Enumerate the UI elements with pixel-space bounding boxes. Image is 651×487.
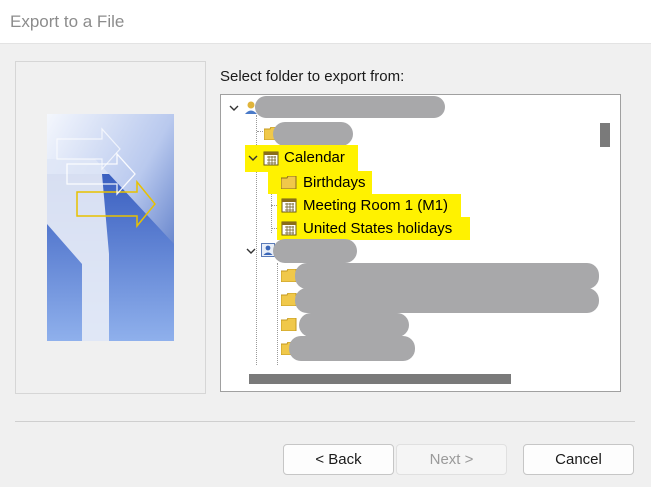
tree-row-birthdays[interactable]: Birthdays (268, 171, 372, 194)
folder-tree[interactable]: Calendar Birthdays Meeting Room 1 (M1) U… (220, 94, 621, 392)
redacted-text (255, 96, 445, 118)
tree-row-root[interactable] (221, 96, 601, 118)
redacted-text (289, 336, 415, 361)
tree-row-us-holidays[interactable]: United States holidays (277, 217, 470, 240)
tree-row-folder[interactable] (221, 263, 601, 289)
calendar-icon (281, 221, 297, 236)
redacted-text (273, 239, 357, 263)
vertical-scrollbar-thumb[interactable] (600, 123, 610, 147)
tree-row-folder[interactable] (221, 288, 601, 313)
tree-row-meeting-room[interactable]: Meeting Room 1 (M1) (277, 194, 461, 217)
next-button[interactable]: Next > (396, 444, 507, 475)
calendar-icon (263, 151, 279, 166)
tree-item-label: Calendar (284, 149, 345, 166)
divider (15, 421, 635, 422)
redacted-text (273, 122, 353, 146)
tree-row-account-2[interactable] (221, 239, 601, 263)
back-button[interactable]: < Back (283, 444, 394, 475)
folder-icon (281, 176, 297, 189)
redacted-text (295, 263, 599, 289)
folder-prompt-label: Select folder to export from: (220, 68, 405, 85)
cancel-button[interactable]: Cancel (523, 444, 634, 475)
tree-row-folder[interactable] (221, 336, 601, 361)
tree-row-calendar[interactable]: Calendar (245, 145, 358, 172)
chevron-down-icon[interactable] (245, 245, 257, 257)
redacted-text (295, 288, 599, 313)
tree-item-label: United States holidays (303, 220, 453, 237)
chevron-down-icon[interactable] (247, 152, 259, 164)
calendar-icon (281, 198, 297, 213)
window-title: Export to a File (10, 12, 125, 31)
tree-row-folder[interactable] (221, 122, 601, 146)
redacted-text (299, 313, 409, 337)
wizard-artwork-panel (15, 61, 206, 394)
chevron-down-icon[interactable] (228, 102, 240, 114)
folder-icon (281, 318, 297, 331)
tree-row-folder[interactable] (221, 313, 601, 337)
tree-item-label: Birthdays (303, 174, 366, 191)
wizard-artwork (47, 114, 174, 341)
horizontal-scrollbar-thumb[interactable] (249, 374, 511, 384)
tree-item-label: Meeting Room 1 (M1) (303, 197, 449, 214)
title-bar: Export to a File (0, 0, 651, 44)
